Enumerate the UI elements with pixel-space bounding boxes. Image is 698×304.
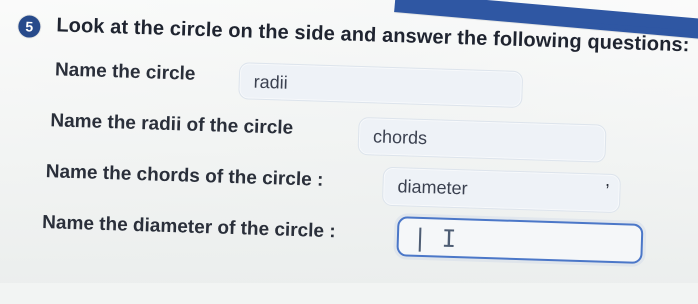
answer-text-circle: radii <box>253 71 289 93</box>
answer-field-diameter[interactable]: | I <box>396 216 644 264</box>
question-card: 5 Look at the circle on the side and ans… <box>3 6 697 304</box>
trailing-comma: , <box>605 170 611 190</box>
answer-text-chords: diameter <box>397 176 468 199</box>
answer-field-chords[interactable]: diameter <box>381 166 622 214</box>
answer-field-radii[interactable]: chords <box>357 116 607 163</box>
row-label-name-the-radii: Name the radii of the circle <box>50 110 294 139</box>
row-label-name-the-circle: Name the circle <box>54 59 196 85</box>
question-number-badge: 5 <box>18 15 41 38</box>
worksheet-screen: 5 Look at the circle on the side and ans… <box>0 0 698 283</box>
row-label-name-the-diameter: Name the diameter of the circle : <box>41 212 336 243</box>
answer-text-radii: chords <box>372 126 428 149</box>
text-cursor-icon: | I <box>412 223 457 254</box>
row-label-name-the-chords: Name the chords of the circle : <box>45 161 324 191</box>
answer-field-circle[interactable]: radii <box>238 62 524 109</box>
